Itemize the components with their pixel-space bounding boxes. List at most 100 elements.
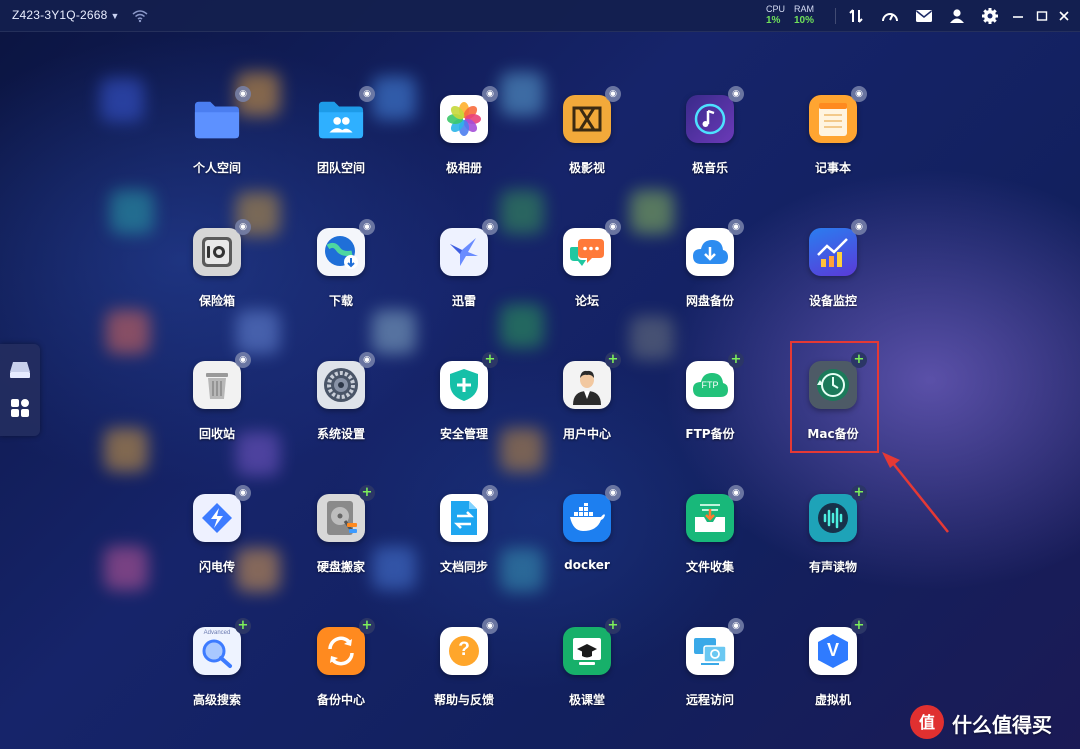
- device-selector[interactable]: Z423-3Y1Q-2668 ▼: [12, 8, 120, 22]
- app-label: 设备监控: [808, 294, 857, 308]
- minimize-icon[interactable]: [1008, 6, 1028, 26]
- storage-icon[interactable]: [8, 358, 32, 382]
- app-remote-access[interactable]: ◉ 远程访问: [655, 618, 765, 737]
- app-photos[interactable]: ◉ 极相册: [409, 86, 519, 205]
- app-label: 用户中心: [562, 427, 611, 441]
- photos-icon: [440, 95, 488, 143]
- app-docker[interactable]: ◉ docker: [532, 485, 642, 604]
- app-thunder[interactable]: ◉ 迅雷: [409, 219, 519, 338]
- add-badge-icon[interactable]: +: [851, 618, 867, 634]
- trash-icon: [193, 361, 241, 409]
- app-label: 极课堂: [568, 693, 605, 707]
- app-help-feedback[interactable]: ? ◉ 帮助与反馈: [409, 618, 519, 737]
- ftp-icon: FTP: [686, 361, 734, 409]
- close-icon[interactable]: [1054, 6, 1074, 26]
- highlight-box: [790, 341, 879, 453]
- add-badge-icon[interactable]: +: [851, 485, 867, 501]
- disk-migrate-icon: [317, 494, 365, 542]
- app-label: 回收站: [198, 427, 235, 441]
- add-badge-icon[interactable]: +: [728, 352, 744, 368]
- app-trash[interactable]: ◉ 回收站: [162, 352, 272, 471]
- app-forum[interactable]: ◉ 论坛: [532, 219, 642, 338]
- app-label: 远程访问: [685, 693, 734, 707]
- advanced-tile-text: Advanced: [203, 630, 231, 636]
- add-badge-icon[interactable]: +: [605, 618, 621, 634]
- app-flash-transfer[interactable]: ◉ 闪电传: [162, 485, 272, 604]
- app-disk-migrate[interactable]: + 硬盘搬家: [286, 485, 396, 604]
- device-name: Z423-3Y1Q-2668: [12, 8, 108, 22]
- app-label: 个人空间: [192, 161, 241, 175]
- side-dock: [0, 344, 40, 436]
- bg-blur: [104, 428, 148, 472]
- app-label: 极影视: [568, 161, 605, 175]
- app-grid-icon[interactable]: [8, 396, 32, 420]
- installed-badge-icon: ◉: [851, 86, 867, 102]
- app-doc-sync[interactable]: ◉ 文档同步: [409, 485, 519, 604]
- app-safe[interactable]: ◉ 保险箱: [162, 219, 272, 338]
- app-classroom[interactable]: + 极课堂: [532, 618, 642, 737]
- installed-badge-icon: ◉: [605, 219, 621, 235]
- bg-blur: [100, 78, 144, 122]
- safe-icon: [193, 228, 241, 276]
- app-team-space[interactable]: ◉ 团队空间: [286, 86, 396, 205]
- mail-icon[interactable]: [914, 6, 934, 26]
- remote-access-icon: [686, 627, 734, 675]
- app-user-center[interactable]: + 用户中心: [532, 352, 642, 471]
- doc-sync-icon: [440, 494, 488, 542]
- app-backup-center[interactable]: + 备份中心: [286, 618, 396, 737]
- app-label: 极音乐: [691, 161, 728, 175]
- add-badge-icon[interactable]: +: [235, 618, 251, 634]
- app-music[interactable]: ◉ 极音乐: [655, 86, 765, 205]
- svg-text:值: 值: [919, 713, 935, 732]
- add-badge-icon[interactable]: +: [359, 618, 375, 634]
- add-badge-icon[interactable]: +: [359, 485, 375, 501]
- restore-icon[interactable]: [1032, 6, 1052, 26]
- cpu-indicator: CPU 1%: [766, 4, 785, 26]
- transfer-icon[interactable]: [846, 6, 866, 26]
- app-label: FTP备份: [685, 427, 735, 441]
- watermark-logo-icon: 值: [910, 705, 944, 739]
- app-personal-space[interactable]: ◉ 个人空间: [162, 86, 272, 205]
- installed-badge-icon: ◉: [482, 485, 498, 501]
- app-device-monitor[interactable]: ◉ 设备监控: [778, 219, 888, 338]
- installed-badge-icon: ◉: [482, 618, 498, 634]
- app-security[interactable]: + 安全管理: [409, 352, 519, 471]
- app-video[interactable]: ◉ 极影视: [532, 86, 642, 205]
- add-badge-icon[interactable]: +: [482, 352, 498, 368]
- cloud-backup-icon: [686, 228, 734, 276]
- cpu-value: 1%: [766, 15, 781, 26]
- music-icon: [686, 95, 734, 143]
- app-download[interactable]: ◉ 下载: [286, 219, 396, 338]
- app-label: 保险箱: [198, 294, 235, 308]
- app-label: 虚拟机: [814, 693, 851, 707]
- app-notepad[interactable]: ◉ 记事本: [778, 86, 888, 205]
- app-label: 闪电传: [198, 560, 235, 574]
- settings-icon[interactable]: [980, 6, 1000, 26]
- app-label: 网盘备份: [685, 294, 734, 308]
- ram-label: RAM: [794, 4, 814, 14]
- installed-badge-icon: ◉: [482, 219, 498, 235]
- app-label: 文档同步: [439, 560, 488, 574]
- app-advanced-search[interactable]: Advanced + 高级搜索: [162, 618, 272, 737]
- thunder-icon: [440, 228, 488, 276]
- installed-badge-icon: ◉: [235, 485, 251, 501]
- security-icon: [440, 361, 488, 409]
- ram-indicator: RAM 10%: [794, 4, 814, 26]
- file-collect-icon: [686, 494, 734, 542]
- app-ftp-backup[interactable]: FTP + FTP备份: [655, 352, 765, 471]
- app-cloud-backup[interactable]: ◉ 网盘备份: [655, 219, 765, 338]
- app-system-settings[interactable]: ◉ 系统设置: [286, 352, 396, 471]
- installed-badge-icon: ◉: [235, 219, 251, 235]
- app-label: 系统设置: [316, 427, 365, 441]
- speed-icon[interactable]: [880, 6, 900, 26]
- app-label: 高级搜索: [192, 693, 241, 707]
- bg-blur: [106, 310, 150, 354]
- app-label: 记事本: [814, 161, 851, 175]
- installed-badge-icon: ◉: [359, 86, 375, 102]
- app-virtual-machine[interactable]: V + 虚拟机: [778, 618, 888, 737]
- add-badge-icon[interactable]: +: [605, 352, 621, 368]
- app-file-collect[interactable]: ◉ 文件收集: [655, 485, 765, 604]
- user-icon[interactable]: [947, 6, 967, 26]
- app-label: 文件收集: [685, 560, 734, 574]
- installed-badge-icon: ◉: [728, 219, 744, 235]
